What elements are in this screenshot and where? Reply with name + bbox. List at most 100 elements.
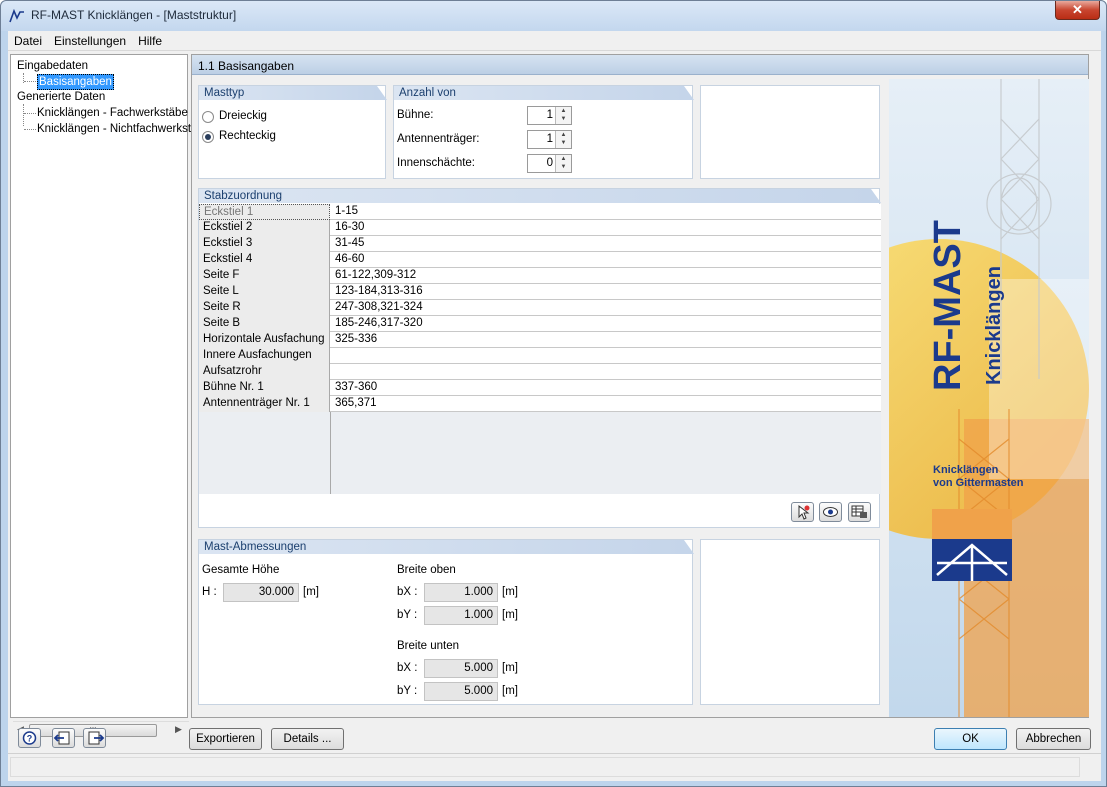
table-row[interactable]: Antennenträger Nr. 1 365,371 — [199, 396, 881, 412]
row-name[interactable]: Seite L — [199, 284, 330, 300]
bx-unten-field[interactable]: 5.000 — [424, 659, 498, 678]
label-gesamte-hoehe: Gesamte Höhe — [202, 564, 280, 576]
svg-text:?: ? — [27, 734, 33, 744]
label-by-oben: bY : — [397, 609, 418, 621]
spin-up-icon[interactable]: ▲ — [556, 107, 571, 115]
table-row[interactable]: Seite B 185-246,317-320 — [199, 316, 881, 332]
unit-bx-unten: [m] — [502, 662, 518, 674]
row-name[interactable]: Eckstiel 1 — [199, 204, 330, 220]
brand-product: Knicklängen — [983, 266, 1005, 385]
table-row[interactable]: Eckstiel 1 1-15 — [199, 204, 881, 220]
row-name[interactable]: Eckstiel 2 — [199, 220, 330, 236]
spin-up-icon[interactable]: ▲ — [556, 155, 571, 163]
table-row[interactable]: Eckstiel 3 31-45 — [199, 236, 881, 252]
stabzuordnung-group: Stabzuordnung Eckstiel 1 1-15 Eckstiel 2 1… — [198, 188, 881, 528]
tree-item-nichtfachwerkstaebe[interactable]: Knicklängen - Nichtfachwerkstä — [37, 122, 197, 136]
close-button[interactable]: ✕ — [1055, 1, 1100, 20]
banner-artwork — [889, 79, 1089, 717]
table-row[interactable]: Bühne Nr. 1 337-360 — [199, 380, 881, 396]
row-name[interactable]: Innere Ausfachungen — [199, 348, 330, 364]
row-name[interactable]: Seite B — [199, 316, 330, 332]
help-button[interactable]: ? — [18, 728, 41, 748]
row-value[interactable]: 123-184,313-316 — [335, 284, 423, 299]
by-unten-field[interactable]: 5.000 — [424, 682, 498, 701]
anzahl-title: Anzahl von — [394, 86, 694, 100]
innenschaechte-value[interactable]: 0 — [547, 157, 553, 169]
label-rechteckig: Rechteckig — [219, 130, 276, 142]
row-name[interactable]: Seite R — [199, 300, 330, 316]
unit-bx-oben: [m] — [502, 586, 518, 598]
row-value[interactable]: 337-360 — [335, 380, 377, 395]
table-row[interactable]: Eckstiel 4 46-60 — [199, 252, 881, 268]
antennentraeger-stepper[interactable]: 1 ▲ ▼ — [527, 130, 572, 149]
row-name[interactable]: Eckstiel 3 — [199, 236, 330, 252]
arrow-back-icon — [53, 731, 70, 745]
masttyp-title: Masttyp — [199, 86, 387, 100]
by-oben-field[interactable]: 1.000 — [424, 606, 498, 625]
radio-dreieckig[interactable] — [202, 111, 214, 123]
details-button[interactable]: Details ... — [271, 728, 344, 750]
tree-item-generierte-daten[interactable]: Generierte Daten — [17, 90, 105, 104]
antennentraeger-value[interactable]: 1 — [547, 133, 553, 145]
row-value[interactable]: 61-122,309-312 — [335, 268, 416, 283]
buehne-stepper[interactable]: 1 ▲ ▼ — [527, 106, 572, 125]
abmessungen-title: Mast-Abmessungen — [199, 540, 694, 554]
status-pane — [10, 757, 1080, 777]
row-value[interactable]: 16-30 — [335, 220, 364, 235]
row-name[interactable]: Seite F — [199, 268, 330, 284]
table-row[interactable]: Seite L 123-184,313-316 — [199, 284, 881, 300]
unit-by-unten: [m] — [502, 685, 518, 697]
cancel-button[interactable]: Abbrechen — [1016, 728, 1091, 750]
menu-einstellungen[interactable]: Einstellungen — [48, 31, 132, 48]
table-options-button[interactable] — [848, 502, 871, 522]
spin-down-icon[interactable]: ▼ — [556, 115, 571, 123]
previous-button[interactable] — [52, 728, 75, 748]
label-h: H : — [202, 586, 217, 598]
row-name[interactable]: Horizontale Ausfachung — [199, 332, 330, 348]
row-value[interactable]: 247-308,321-324 — [335, 300, 423, 315]
spin-down-icon[interactable]: ▼ — [556, 163, 571, 171]
empty-info-box-bottom — [700, 539, 880, 705]
table-column-divider — [330, 412, 331, 494]
spin-down-icon[interactable]: ▼ — [556, 139, 571, 147]
row-name[interactable]: Antennenträger Nr. 1 — [199, 396, 330, 412]
innenschaechte-stepper[interactable]: 0 ▲ ▼ — [527, 154, 572, 173]
window-title: RF-MAST Knicklängen - [Maststruktur] — [31, 8, 237, 22]
masttyp-group: Masttyp Dreieckig Rechteckig — [198, 85, 387, 179]
row-value[interactable]: 365,371 — [335, 396, 377, 411]
buehne-value[interactable]: 1 — [547, 109, 553, 121]
table-row[interactable]: Eckstiel 2 16-30 — [199, 220, 881, 236]
select-members-button[interactable] — [791, 502, 814, 522]
table-row[interactable]: Seite R 247-308,321-324 — [199, 300, 881, 316]
ok-button[interactable]: OK — [934, 728, 1007, 750]
scroll-right-icon[interactable]: ▶ — [175, 724, 182, 735]
table-row[interactable]: Aufsatzrohr — [199, 364, 881, 380]
next-button[interactable] — [83, 728, 106, 748]
label-breite-oben: Breite oben — [397, 564, 456, 576]
row-value[interactable]: 46-60 — [335, 252, 364, 267]
table-row[interactable]: Seite F 61-122,309-312 — [199, 268, 881, 284]
table-row[interactable]: Horizontale Ausfachung 325-336 — [199, 332, 881, 348]
hoehe-field[interactable]: 30.000 — [223, 583, 299, 602]
tree-item-fachwerkstaebe[interactable]: Knicklängen - Fachwerkstäbe — [37, 106, 188, 120]
spin-up-icon[interactable]: ▲ — [556, 131, 571, 139]
tree-item-eingabedaten[interactable]: Eingabedaten — [17, 59, 88, 73]
label-bx-unten: bX : — [397, 662, 418, 674]
row-name[interactable]: Eckstiel 4 — [199, 252, 330, 268]
row-name[interactable]: Bühne Nr. 1 — [199, 380, 330, 396]
row-value[interactable]: 1-15 — [335, 204, 358, 219]
tree-item-basisangaben[interactable]: Basisangaben — [37, 74, 114, 90]
menu-bar: Datei Einstellungen Hilfe — [8, 31, 1101, 51]
client-area: Datei Einstellungen Hilfe Eingabedaten Bas… — [8, 31, 1101, 781]
bx-oben-field[interactable]: 1.000 — [424, 583, 498, 602]
row-value[interactable]: 325-336 — [335, 332, 377, 347]
view-button[interactable] — [819, 502, 842, 522]
radio-rechteckig[interactable] — [202, 131, 214, 143]
menu-datei[interactable]: Datei — [8, 31, 48, 48]
row-name[interactable]: Aufsatzrohr — [199, 364, 330, 380]
row-value[interactable]: 185-246,317-320 — [335, 316, 423, 331]
row-value[interactable]: 31-45 — [335, 236, 364, 251]
table-row[interactable]: Innere Ausfachungen — [199, 348, 881, 364]
export-button[interactable]: Exportieren — [189, 728, 262, 750]
menu-hilfe[interactable]: Hilfe — [132, 31, 168, 48]
